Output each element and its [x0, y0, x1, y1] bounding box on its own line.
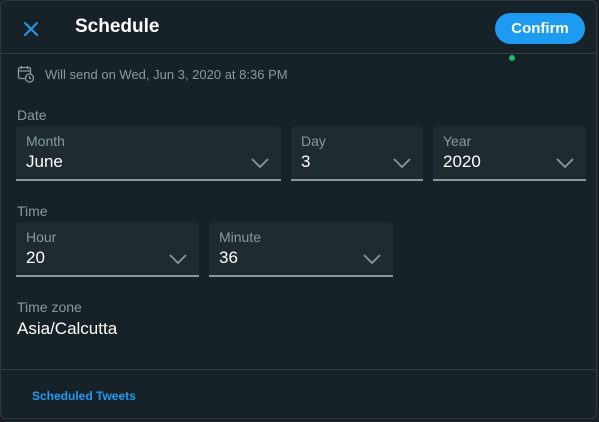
send-info: Will send on Wed, Jun 3, 2020 at 8:36 PM — [17, 65, 288, 83]
dialog-footer: Scheduled Tweets — [1, 369, 596, 418]
month-value: June — [26, 152, 63, 171]
hour-select[interactable]: Hour 20 — [16, 222, 199, 277]
day-label: Day — [301, 133, 326, 149]
minute-label: Minute — [219, 229, 262, 245]
day-select[interactable]: Day 3 — [291, 126, 423, 181]
hour-label: Hour — [26, 229, 57, 245]
close-button[interactable] — [15, 13, 47, 45]
year-select[interactable]: Year 2020 — [433, 126, 586, 181]
schedule-dialog: Schedule Confirm Will send on Wed, Jun 3… — [0, 0, 597, 419]
minute-value: 36 — [219, 248, 238, 267]
scheduled-tweets-link[interactable]: Scheduled Tweets — [32, 389, 136, 403]
status-dot — [509, 55, 515, 61]
chevron-down-icon — [363, 254, 381, 265]
chevron-down-icon — [169, 254, 187, 265]
calendar-clock-icon — [17, 65, 35, 83]
date-section-label: Date — [17, 107, 47, 123]
close-icon — [23, 21, 39, 37]
confirm-button[interactable]: Confirm — [495, 13, 585, 44]
time-section-label: Time — [17, 203, 48, 219]
send-info-text: Will send on Wed, Jun 3, 2020 at 8:36 PM — [45, 66, 288, 82]
hour-value: 20 — [26, 248, 45, 267]
year-label: Year — [443, 133, 472, 149]
chevron-down-icon — [251, 158, 269, 169]
chevron-down-icon — [393, 158, 411, 169]
timezone-label: Time zone — [17, 299, 82, 315]
month-label: Month — [26, 133, 65, 149]
minute-select[interactable]: Minute 36 — [209, 222, 393, 277]
dialog-header: Schedule Confirm — [1, 1, 596, 54]
dialog-title: Schedule — [75, 16, 160, 37]
day-value: 3 — [301, 152, 311, 171]
chevron-down-icon — [556, 158, 574, 169]
month-select[interactable]: Month June — [16, 126, 281, 181]
year-value: 2020 — [443, 152, 481, 171]
timezone-value: Asia/Calcutta — [17, 319, 118, 338]
